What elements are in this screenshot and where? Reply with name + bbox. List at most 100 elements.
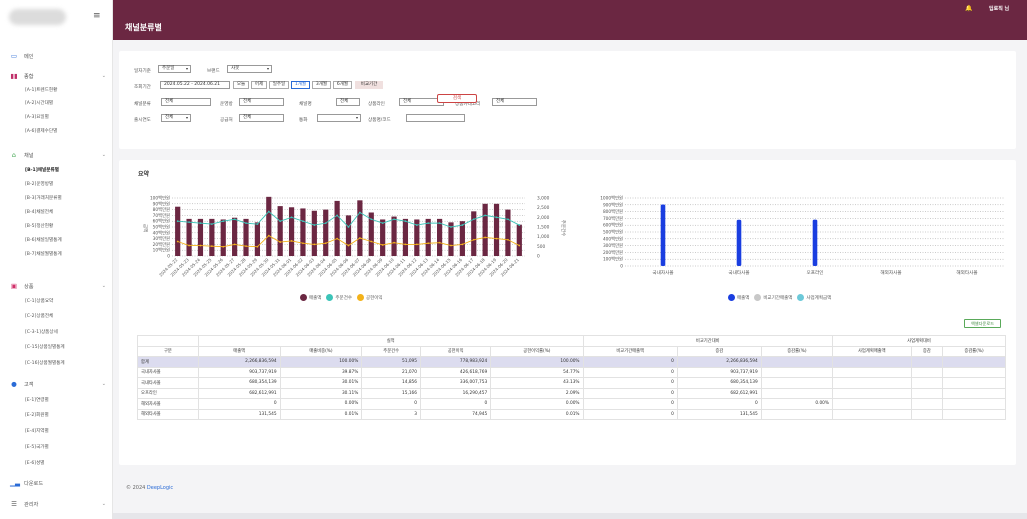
table-cell: 0 <box>582 387 678 399</box>
product-name-input[interactable] <box>406 114 465 122</box>
table-cell <box>832 398 912 410</box>
y2-tick-label: 500 <box>537 244 545 250</box>
bell-icon[interactable]: 🔔 <box>965 5 972 12</box>
legend-marker <box>300 294 307 301</box>
supplier-input[interactable]: 전체 <box>239 114 284 122</box>
channel-class-input[interactable]: 전체 <box>161 98 211 106</box>
data-point <box>507 218 509 221</box>
footer-brand-link[interactable]: DeepLogic <box>147 485 173 491</box>
table-cell <box>832 356 912 368</box>
period-3month-button[interactable]: 3개월 <box>312 81 331 89</box>
release-year-select[interactable]: 전체 ▾ <box>161 114 191 122</box>
compare-period-button[interactable]: 비교기간 <box>355 81 383 89</box>
data-point <box>210 223 213 225</box>
table-header-cell: 증감률(%) <box>760 345 834 357</box>
daily-trend-chart: 금액 주문건수010백만원20백만원30백만원40백만원50백만원60백만원70백… <box>142 195 567 278</box>
sidebar-subitem[interactable]: [B-6]채널일별통계 <box>25 237 62 245</box>
period-week-button[interactable]: 일주일 <box>269 81 289 89</box>
y-tick-label: 0 <box>167 254 170 260</box>
sidebar-item-main[interactable]: ▭ 메인 <box>10 51 106 61</box>
product-category-input[interactable]: 전체 <box>492 98 537 106</box>
period-yesterday-button[interactable]: 어제 <box>251 81 267 89</box>
date-basis-select[interactable]: 주문일 ▾ <box>158 65 191 73</box>
bar <box>425 218 431 256</box>
data-point <box>176 220 179 223</box>
sidebar-subitem[interactable]: [B-7]채널월별통계 <box>25 251 62 259</box>
sidebar-subitem[interactable]: [B-3]거래처분류별 <box>25 195 62 203</box>
bar <box>266 196 272 256</box>
table-cell <box>942 398 1006 410</box>
sidebar-subitem[interactable]: [E-2]회원별 <box>25 412 49 420</box>
table-cell: 131,545 <box>676 408 762 420</box>
data-point <box>518 244 521 247</box>
bar <box>345 215 352 256</box>
data-point <box>222 245 225 248</box>
data-point <box>336 237 339 240</box>
table-cell: 680,354,139 <box>676 377 762 389</box>
sidebar-item-channel[interactable]: ⌂ 채널 ⌄ <box>10 150 106 160</box>
brand-select[interactable]: 사봇 ▾ <box>227 65 272 73</box>
sidebar-subitem[interactable]: [C-15]상품일별통계 <box>25 344 65 352</box>
table-cell: 0.00% <box>279 398 363 410</box>
operator-input[interactable]: 전체 <box>239 98 284 106</box>
table-cell: 682,612,991 <box>197 387 281 399</box>
table-cell: 0 <box>582 398 678 410</box>
table-cell: 903,737,919 <box>197 366 281 378</box>
currency-select[interactable]: ▾ <box>317 114 361 122</box>
sidebar-subitem[interactable]: [C-2]상품전체 <box>25 313 53 321</box>
sidebar-subitem[interactable]: [B-2]운영방별 <box>25 181 53 189</box>
sidebar-subitem[interactable]: [E-1]연령별 <box>25 397 49 405</box>
sidebar-subitem[interactable]: [B-1]채널분류별 <box>25 167 59 175</box>
sidebar-subitem[interactable]: [C-16]상품월별통계 <box>25 360 65 368</box>
bar <box>482 203 488 256</box>
table-group-header-cell: 비교기간대비 <box>582 335 834 347</box>
excel-download-button[interactable]: 엑셀다운로드 <box>964 319 1001 328</box>
sidebar-subitem[interactable]: [C-3-1]상품상세 <box>25 329 58 337</box>
data-point <box>313 243 316 246</box>
sidebar-subitem[interactable]: [A-6]결제수단별 <box>25 128 57 136</box>
channel-sales-chart: 0100백만원200백만원300백만원400백만원500백만원600백만원700… <box>600 195 1005 276</box>
table-cell <box>832 377 912 389</box>
search-button[interactable]: 검색 <box>437 94 477 103</box>
sidebar-subitem[interactable]: [A-2]시간대별 <box>25 100 53 108</box>
data-point <box>290 240 293 242</box>
sidebar-item-download[interactable]: ▁▃ 다운로드 <box>10 478 106 488</box>
period-6month-button[interactable]: 6개월 <box>333 81 352 89</box>
y-tick-label: 800백만원 <box>603 208 623 215</box>
period-today-button[interactable]: 오늘 <box>233 81 249 89</box>
user-name[interactable]: 딥로직 님 <box>989 5 1009 12</box>
bar <box>277 206 283 256</box>
x-tick-label: 국내타사몰 <box>728 269 749 276</box>
data-point <box>450 226 452 228</box>
sidebar-item-customer[interactable]: ● 고객 ⌄ <box>10 379 106 389</box>
bar <box>334 200 340 256</box>
y2-tick-label: 0 <box>537 254 540 260</box>
legend-marker <box>728 294 735 301</box>
table-cell <box>760 387 834 399</box>
channel-name-input[interactable]: 전체 <box>336 98 360 106</box>
logo[interactable] <box>9 9 66 25</box>
sidebar-subitem[interactable]: [A-3]요일별 <box>25 114 49 122</box>
table-header-cell: 매출액 <box>197 345 281 357</box>
sidebar-subitem[interactable]: [E-5]국가별 <box>25 444 49 452</box>
sidebar-item-summary[interactable]: ▮▮ 종합 ⌄ <box>10 71 106 81</box>
shop-icon: ⌂ <box>11 151 17 159</box>
sidebar-subitem[interactable]: [B-4]채널전체 <box>25 209 53 217</box>
period-input[interactable]: 2024.05.22 - 2024.06.21 <box>160 81 230 89</box>
sidebar-subitem[interactable]: [C-1]상품요약 <box>25 298 53 306</box>
period-1month-button[interactable]: 1개월 <box>291 81 310 89</box>
chevron-down-icon: ⌄ <box>101 73 106 79</box>
sidebar-subitem[interactable]: [E-6]성별 <box>25 460 45 468</box>
menu-toggle-icon[interactable]: ≡ <box>93 12 101 21</box>
sidebar-subitem[interactable]: [A-1]트렌드현황 <box>25 87 57 95</box>
summary-table: 실적 비교기간대비 사업계획대비 구분 매출액 매출비중(%) 주문건수 공헌이… <box>137 335 1006 420</box>
data-point <box>188 244 190 247</box>
table-header-cell: 공헌이익 <box>420 345 492 357</box>
sidebar-subitem[interactable]: [B-5]정산현황 <box>25 223 53 231</box>
sidebar-item-admin[interactable]: ☰ 관리자 ⌄ <box>10 499 106 509</box>
sidebar-item-product[interactable]: ▣ 상품 ⌄ <box>10 281 106 291</box>
currency-label: 통화 <box>299 118 308 123</box>
table-cell: 해외자사몰 <box>137 398 199 410</box>
sidebar-subitem[interactable]: [E-4]지역별 <box>25 428 49 436</box>
data-point <box>415 224 418 226</box>
